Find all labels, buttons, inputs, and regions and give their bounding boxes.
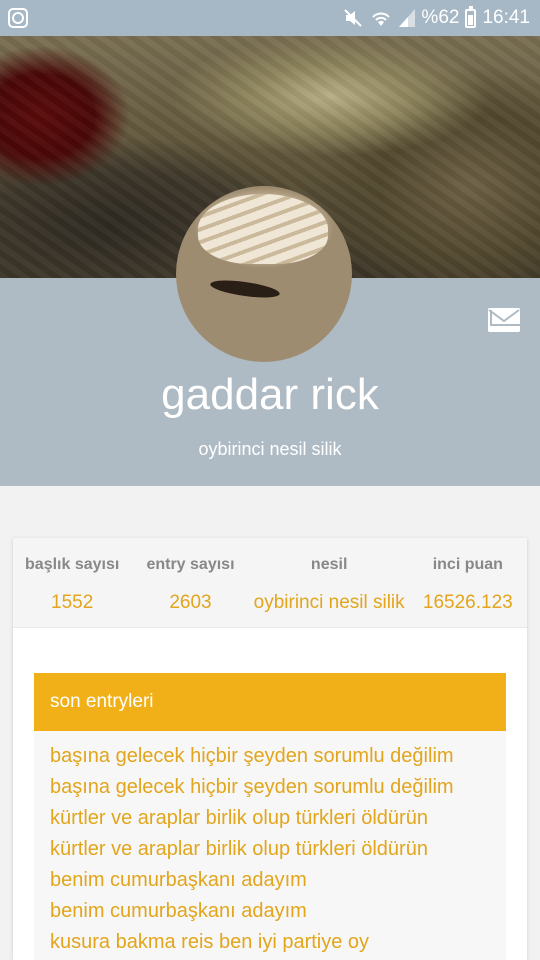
stat-label: inci puan xyxy=(432,556,503,573)
mail-icon[interactable] xyxy=(488,308,520,332)
stats-row: başlık sayısı 1552 entry sayısı 2603 nes… xyxy=(13,538,527,628)
stat-topic-count: başlık sayısı 1552 xyxy=(13,538,131,627)
entry-link[interactable]: başına gelecek hiçbir şeyden sorumlu değ… xyxy=(50,741,490,772)
stat-generation: nesil oybirinci nesil silik xyxy=(250,538,409,627)
entry-link[interactable]: başına gelecek hiçbir şeyden sorumlu değ… xyxy=(50,772,490,803)
battery-percent: %62 xyxy=(421,7,460,28)
clock: 16:41 xyxy=(482,7,530,28)
wifi-icon xyxy=(369,8,393,28)
profile-card: başlık sayısı 1552 entry sayısı 2603 nes… xyxy=(13,538,527,960)
recent-entries-header: son entryleri xyxy=(34,673,506,731)
entry-link[interactable]: benim cumurbaşkanı adayım xyxy=(50,896,490,927)
mute-icon xyxy=(343,8,363,28)
stat-label: nesil xyxy=(310,556,348,573)
stat-label: başlık sayısı xyxy=(25,556,120,573)
stat-entry-count: entry sayısı 2603 xyxy=(131,538,249,627)
stat-value: 2603 xyxy=(169,592,212,613)
status-bar: %62 16:41 xyxy=(0,0,540,36)
stat-value: 1552 xyxy=(51,592,94,613)
user-generation: oybirinci nesil silik xyxy=(198,439,342,459)
stat-score: inci puan 16526.123 xyxy=(409,538,527,627)
username: gaddar rick xyxy=(161,370,379,419)
entry-link[interactable]: kürtler ve araplar birlik olup türkleri … xyxy=(50,834,490,865)
avatar[interactable] xyxy=(176,186,352,362)
battery-icon xyxy=(465,5,477,28)
stat-value: oybirinci nesil silik xyxy=(253,592,405,613)
app-notification-icon xyxy=(8,8,28,28)
stat-value: 16526.123 xyxy=(422,592,513,613)
signal-icon xyxy=(399,9,416,27)
entry-link[interactable]: kürtler ve araplar birlik olup türkleri … xyxy=(50,803,490,834)
entry-link[interactable]: kusura bakma reis ben iyi partiye oy xyxy=(50,927,490,958)
recent-entries-list: başına gelecek hiçbir şeyden sorumlu değ… xyxy=(34,731,506,960)
stat-label: entry sayısı xyxy=(146,556,235,573)
entry-link[interactable]: benim cumurbaşkanı adayım xyxy=(50,865,490,896)
